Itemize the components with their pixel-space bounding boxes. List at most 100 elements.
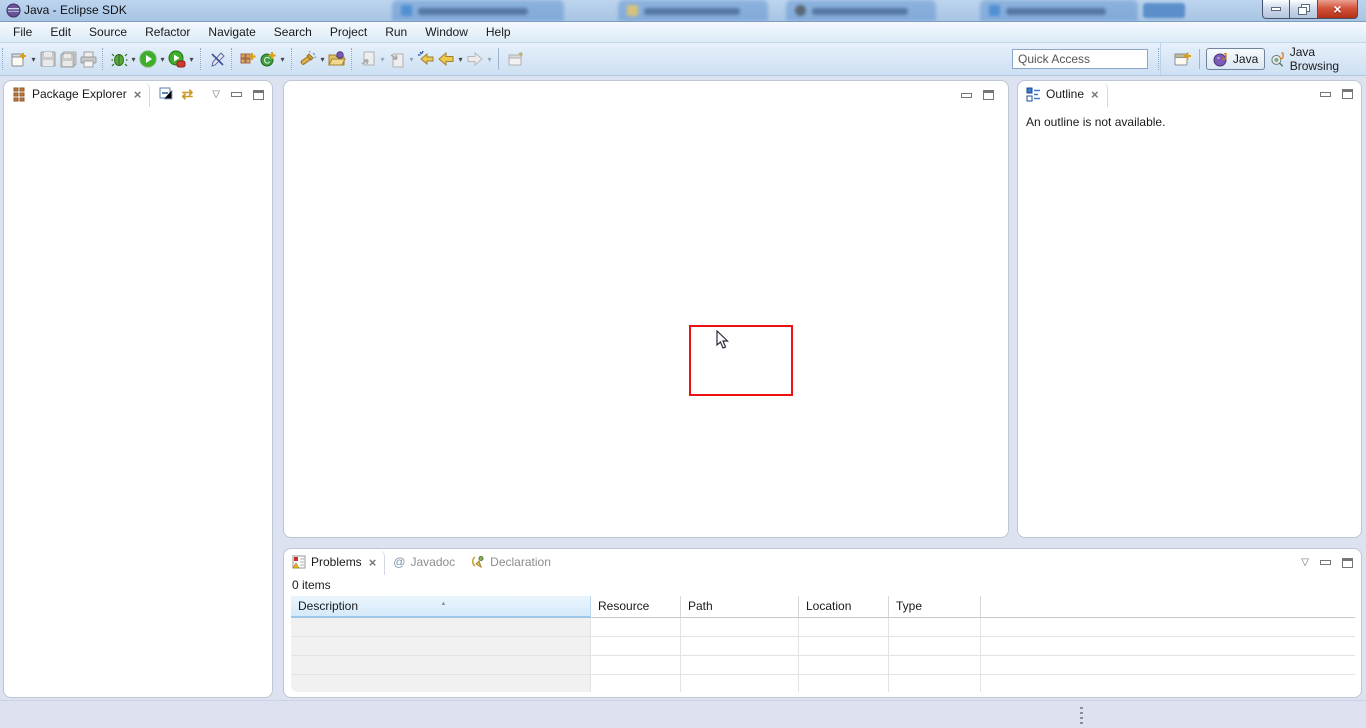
new-java-class-dropdown[interactable]: ▾ xyxy=(278,55,287,64)
new-wizard-dropdown[interactable]: ▾ xyxy=(29,55,38,64)
next-annotation-dropdown[interactable]: ▾ xyxy=(378,55,387,64)
collapse-all-icon[interactable] xyxy=(158,85,176,103)
tab-package-explorer[interactable]: Package Explorer × xyxy=(4,82,150,107)
menu-window[interactable]: Window xyxy=(416,23,477,41)
column-header-filler xyxy=(981,596,1355,618)
search-flashlight-icon[interactable] xyxy=(299,50,317,68)
problems-tab-label: Problems xyxy=(311,555,362,569)
sort-ascending-icon: ▲ xyxy=(441,596,447,615)
search-dropdown[interactable]: ▾ xyxy=(318,55,327,64)
forward-icon[interactable] xyxy=(466,50,484,68)
menu-navigate[interactable]: Navigate xyxy=(199,23,264,41)
eclipse-logo-icon xyxy=(6,3,21,18)
new-wizard-icon[interactable] xyxy=(10,50,28,68)
quick-access-input[interactable] xyxy=(1012,49,1148,69)
outline-header: Outline × xyxy=(1018,81,1361,107)
maximize-view-icon[interactable] xyxy=(1342,89,1353,99)
restore-window-button[interactable] xyxy=(1290,0,1317,19)
new-java-project-icon[interactable] xyxy=(239,50,257,68)
last-edit-location-icon[interactable] xyxy=(417,50,435,68)
minimize-editor-icon[interactable] xyxy=(961,93,972,98)
column-header-location[interactable]: Location xyxy=(799,596,889,618)
close-icon[interactable]: × xyxy=(1091,87,1099,102)
print-icon[interactable] xyxy=(79,50,97,68)
java-browsing-perspective-icon: J xyxy=(1271,51,1285,67)
toolbar-separator xyxy=(102,48,105,70)
previous-annotation-dropdown[interactable]: ▾ xyxy=(407,55,416,64)
minimize-window-button[interactable] xyxy=(1262,0,1290,19)
pin-editor-icon[interactable] xyxy=(506,50,524,68)
save-icon[interactable] xyxy=(39,50,57,68)
table-row xyxy=(291,675,1355,692)
open-task-icon[interactable] xyxy=(328,50,346,68)
window-controls: × xyxy=(1262,0,1358,19)
column-header-resource[interactable]: Resource xyxy=(591,596,681,618)
declaration-icon xyxy=(471,555,485,569)
close-icon[interactable]: × xyxy=(369,555,377,570)
perspective-java-label: Java xyxy=(1233,52,1258,66)
new-java-class-icon[interactable]: C xyxy=(259,50,277,68)
back-icon[interactable] xyxy=(437,50,455,68)
ghost-browser-tab xyxy=(392,0,564,21)
editor-area xyxy=(283,80,1009,538)
perspective-java-browsing-button[interactable]: J Java Browsing xyxy=(1265,43,1366,75)
ghost-browser-tab xyxy=(618,0,768,21)
toolbar-grip xyxy=(2,48,5,70)
tab-outline[interactable]: Outline × xyxy=(1018,82,1108,107)
menu-project[interactable]: Project xyxy=(321,23,376,41)
back-dropdown[interactable]: ▾ xyxy=(456,55,465,64)
minimize-view-icon[interactable] xyxy=(1320,92,1331,97)
java-perspective-icon: J xyxy=(1213,51,1229,67)
outline-message: An outline is not available. xyxy=(1018,107,1361,137)
minimize-view-icon[interactable] xyxy=(1320,560,1331,565)
previous-annotation-icon[interactable] xyxy=(388,50,406,68)
outline-title: Outline xyxy=(1046,87,1084,101)
link-with-editor-icon[interactable]: ⇄ xyxy=(178,85,196,103)
minimize-view-icon[interactable] xyxy=(231,92,242,97)
close-window-button[interactable]: × xyxy=(1317,0,1358,19)
menu-help[interactable]: Help xyxy=(477,23,520,41)
column-header-description[interactable]: ▲ Description xyxy=(291,596,591,618)
perspective-separator xyxy=(1199,49,1200,69)
outline-panel: Outline × An outline is not available. xyxy=(1017,80,1362,538)
tab-problems[interactable]: Problems × xyxy=(284,550,385,575)
table-row xyxy=(291,618,1355,637)
svg-text:C: C xyxy=(264,56,271,66)
maximize-view-icon[interactable] xyxy=(1342,558,1353,568)
toolbar-separator xyxy=(351,48,354,70)
column-header-type[interactable]: Type xyxy=(889,596,981,618)
view-menu-icon[interactable]: ▽ xyxy=(212,89,220,100)
status-drag-handle[interactable] xyxy=(1080,707,1083,724)
view-menu-icon[interactable]: ▽ xyxy=(1301,557,1309,568)
maximize-editor-icon[interactable] xyxy=(983,90,994,100)
menu-refactor[interactable]: Refactor xyxy=(136,23,199,41)
close-icon[interactable]: × xyxy=(134,87,142,102)
column-header-path[interactable]: Path xyxy=(681,596,799,618)
tab-javadoc[interactable]: @ Javadoc xyxy=(385,550,463,575)
menu-file[interactable]: File xyxy=(4,23,41,41)
debug-dropdown[interactable]: ▾ xyxy=(129,55,138,64)
ghost-browser-tab xyxy=(786,0,936,21)
run-external-tools-icon[interactable] xyxy=(168,50,186,68)
ghost-browser-button xyxy=(1143,3,1185,18)
restore-icon xyxy=(1298,4,1309,14)
package-explorer-body xyxy=(4,107,272,697)
debug-icon[interactable] xyxy=(110,50,128,68)
next-annotation-icon[interactable] xyxy=(359,50,377,68)
menu-edit[interactable]: Edit xyxy=(41,23,80,41)
save-all-icon[interactable] xyxy=(59,50,77,68)
menu-run[interactable]: Run xyxy=(376,23,416,41)
perspective-java-browsing-label: Java Browsing xyxy=(1290,45,1360,73)
tab-declaration[interactable]: Declaration xyxy=(463,550,559,575)
perspective-java-button[interactable]: J Java xyxy=(1206,48,1265,70)
menu-source[interactable]: Source xyxy=(80,23,136,41)
forward-dropdown[interactable]: ▾ xyxy=(485,55,494,64)
run-external-tools-dropdown[interactable]: ▾ xyxy=(187,55,196,64)
open-perspective-icon[interactable] xyxy=(1174,50,1192,68)
maximize-view-icon[interactable] xyxy=(253,90,264,100)
mark-occurrences-icon[interactable] xyxy=(208,50,226,68)
selection-rectangle xyxy=(689,325,793,396)
run-icon[interactable] xyxy=(139,50,157,68)
run-dropdown[interactable]: ▾ xyxy=(158,55,167,64)
menu-search[interactable]: Search xyxy=(265,23,321,41)
